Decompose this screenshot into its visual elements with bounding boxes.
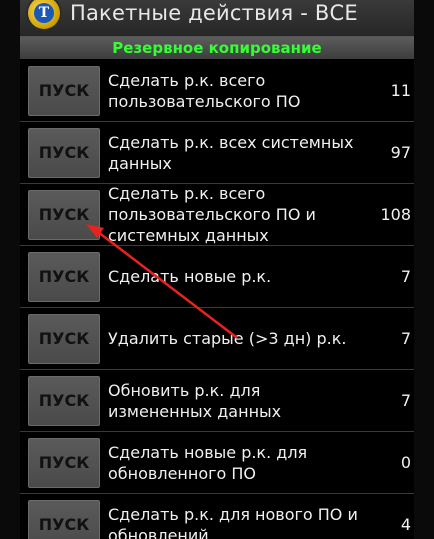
list-item: ПУСК Обновить р.к. для измененных данных… (20, 370, 414, 432)
action-count: 0 (400, 453, 411, 472)
run-button[interactable]: ПУСК (28, 189, 100, 240)
action-label: Сделать р.к. всего пользовательского ПО … (108, 184, 316, 245)
section-header-backup: Резервное копирование (20, 37, 414, 59)
run-button[interactable]: ПУСК (28, 127, 100, 178)
screen-frame-right (414, 0, 434, 539)
action-label: Сделать р.к. всего пользовательского ПО (108, 70, 301, 111)
action-count: 11 (390, 81, 411, 100)
app-logo-icon[interactable]: T (28, 0, 60, 29)
action-label: Сделать р.к. всех системных данных (108, 132, 354, 173)
run-button[interactable]: ПУСК (28, 65, 100, 116)
titanium-backup-batch-screen: T Пакетные действия - ВСЕ Резервное копи… (0, 0, 434, 539)
screen-frame-left (0, 0, 20, 539)
action-count: 108 (380, 205, 411, 224)
list-item: ПУСК Сделать новые р.к. 7 (20, 246, 414, 308)
page-title: Пакетные действия - ВСЕ (70, 1, 358, 25)
list-item: ПУСК Удалить старые (>3 дн) р.к. 7 (20, 308, 414, 370)
action-label: Сделать р.к. для нового ПО и обновлений (108, 504, 358, 539)
action-count: 7 (400, 329, 411, 348)
list-item: ПУСК Сделать р.к. всего пользовательског… (20, 60, 414, 122)
action-count: 97 (390, 143, 411, 162)
action-count: 4 (400, 515, 411, 534)
batch-actions-list: ПУСК Сделать р.к. всего пользовательског… (20, 60, 414, 539)
action-label: Удалить старые (>3 дн) р.к. (108, 329, 347, 348)
list-item: ПУСК Сделать р.к. всех системных данных … (20, 122, 414, 184)
run-button[interactable]: ПУСК (28, 437, 100, 488)
run-button[interactable]: ПУСК (28, 251, 100, 302)
run-button[interactable]: ПУСК (28, 499, 100, 539)
action-label: Обновить р.к. для измененных данных (108, 380, 282, 421)
action-label: Сделать новые р.к. для обновленного ПО (108, 442, 308, 483)
title-bar: T Пакетные действия - ВСЕ (20, 0, 414, 37)
run-button[interactable]: ПУСК (28, 375, 100, 426)
list-item: ПУСК Сделать р.к. для нового ПО и обновл… (20, 494, 414, 539)
action-count: 7 (400, 391, 411, 410)
run-button[interactable]: ПУСК (28, 313, 100, 364)
action-count: 7 (400, 267, 411, 286)
action-label: Сделать новые р.к. (108, 267, 272, 286)
app-logo-letter: T (34, 3, 54, 23)
list-item: ПУСК Сделать р.к. всего пользовательског… (20, 184, 414, 246)
list-item: ПУСК Сделать новые р.к. для обновленного… (20, 432, 414, 494)
